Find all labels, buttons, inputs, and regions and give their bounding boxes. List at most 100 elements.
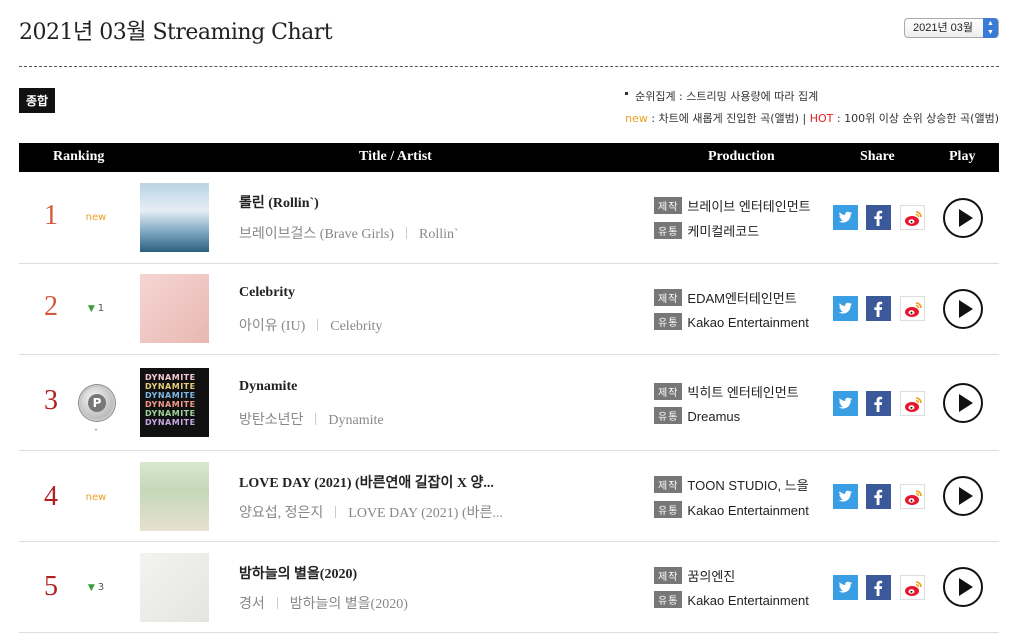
notice-hot-word: HOT — [809, 112, 834, 125]
rank-change: ▼ 3 — [81, 582, 111, 593]
facebook-icon[interactable] — [866, 484, 891, 509]
weibo-icon[interactable] — [900, 484, 925, 509]
play-button[interactable] — [943, 567, 983, 607]
rank-change-value: 3 — [97, 582, 105, 593]
producer-name: EDAM엔터테인먼트 — [687, 291, 797, 306]
facebook-icon[interactable] — [866, 205, 891, 230]
producer: 제작 꿈의엔진 — [654, 566, 735, 585]
notice-ranking-rule: 순위집계 : 스트리밍 사용량에 따라 집계 — [625, 88, 999, 104]
play-button[interactable] — [943, 198, 983, 238]
distributor: 유통 Dreamus — [654, 407, 740, 424]
svg-text:DYNAMITE: DYNAMITE — [145, 418, 196, 427]
artist-name[interactable]: 경서 — [239, 597, 265, 612]
distributor: 유통 Kakao Entertainment — [654, 591, 809, 608]
producer-tag: 제작 — [654, 567, 683, 584]
table-row: 1 new 롤린 (Rollin`) 브레이브걸스 (Brave Girls) R… — [19, 173, 999, 264]
distributor-name: Kakao Entertainment — [687, 593, 809, 608]
rank-number: 3 — [44, 385, 58, 416]
distributor-name: Kakao Entertainment — [687, 503, 809, 518]
weibo-icon[interactable] — [900, 575, 925, 600]
play-button[interactable] — [943, 289, 983, 329]
facebook-icon[interactable] — [866, 575, 891, 600]
album-name[interactable]: 밤하늘의 별을(2020) — [290, 597, 408, 612]
album-name[interactable]: Dynamite — [328, 413, 383, 428]
album-cover[interactable] — [140, 462, 209, 531]
page-title: 2021년 03월 Streaming Chart — [19, 20, 333, 45]
artist-name[interactable]: 아이유 (IU) — [239, 319, 305, 334]
play-button[interactable] — [943, 476, 983, 516]
weibo-icon[interactable] — [900, 391, 925, 416]
producer-name: TOON STUDIO, 느을 — [687, 478, 809, 493]
producer-name: 브레이브 엔터테인먼트 — [687, 199, 811, 214]
song-title[interactable]: 롤린 (Rollin`) — [239, 192, 319, 212]
distributor-name: 케미컬레코드 — [687, 224, 760, 239]
album-cover[interactable] — [140, 183, 209, 252]
divider — [406, 227, 408, 239]
rank-change: ▼ 1 — [81, 303, 111, 314]
twitter-icon[interactable] — [833, 296, 858, 321]
platinum-badge-icon: P — [79, 385, 115, 421]
artist-album-line: 양요섭, 정은지 LOVE DAY (2021) (바른... — [239, 502, 503, 522]
producer: 제작 브레이브 엔터테인먼트 — [654, 196, 811, 215]
album-name[interactable]: Rollin` — [419, 227, 459, 242]
month-select[interactable]: 2021년 03월 ▲ ▼ — [904, 18, 999, 38]
rank-number: 1 — [44, 200, 58, 231]
album-cover[interactable] — [140, 274, 209, 343]
producer-name: 꿈의엔진 — [687, 569, 736, 584]
song-title[interactable]: 밤하늘의 별을(2020) — [239, 563, 357, 583]
album-name[interactable]: Celebrity — [330, 319, 382, 334]
chart-notice: 순위집계 : 스트리밍 사용량에 따라 집계 new : 차트에 새롭게 진입한… — [625, 88, 999, 126]
producer-tag: 제작 — [654, 197, 683, 214]
arrow-down-icon: ▼ — [87, 583, 95, 593]
distributor-tag: 유통 — [654, 222, 683, 239]
rank-number: 4 — [44, 481, 58, 512]
table-row: 5 ▼ 3 밤하늘의 별을(2020) 경서 밤하늘의 별을(2020) 제작 꿈의엔… — [19, 542, 999, 633]
distributor-name: Kakao Entertainment — [687, 315, 809, 330]
arrow-down-icon: ▼ — [87, 304, 95, 314]
svg-text:DYNAMITE: DYNAMITE — [145, 400, 196, 409]
twitter-icon[interactable] — [833, 575, 858, 600]
divider — [19, 66, 999, 67]
header-production: Production — [708, 149, 775, 164]
album-cover[interactable]: DYNAMITE DYNAMITE DYNAMITE DYNAMITE DYNA… — [140, 368, 209, 437]
twitter-icon[interactable] — [833, 205, 858, 230]
distributor: 유통 Kakao Entertainment — [654, 313, 809, 330]
producer-tag: 제작 — [654, 383, 683, 400]
distributor-tag: 유통 — [654, 313, 683, 330]
rank-number: 2 — [44, 291, 58, 322]
producer-tag: 제작 — [654, 476, 683, 493]
facebook-icon[interactable] — [866, 296, 891, 321]
rank-change: - — [94, 425, 98, 435]
artist-name[interactable]: 브레이브걸스 (Brave Girls) — [239, 227, 394, 242]
artist-name[interactable]: 양요섭, 정은지 — [239, 506, 323, 521]
artist-name[interactable]: 방탄소년단 — [239, 413, 303, 428]
facebook-icon[interactable] — [866, 391, 891, 416]
header-ranking: Ranking — [53, 149, 105, 164]
svg-text:DYNAMITE: DYNAMITE — [145, 391, 196, 400]
distributor-tag: 유통 — [654, 591, 683, 608]
distributor-tag: 유통 — [654, 501, 683, 518]
song-title[interactable]: Celebrity — [239, 285, 295, 301]
month-select-value: 2021년 03월 — [913, 22, 974, 34]
weibo-icon[interactable] — [900, 296, 925, 321]
twitter-icon[interactable] — [833, 391, 858, 416]
rank-change: new — [85, 212, 107, 223]
table-row: 3 P - DYNAMITE DYNAMITE DYNAMITE DYNAMIT… — [19, 355, 999, 451]
album-name[interactable]: LOVE DAY (2021) (바른... — [348, 506, 503, 521]
album-cover[interactable] — [140, 553, 209, 622]
svg-text:DYNAMITE: DYNAMITE — [145, 373, 196, 382]
tab-total[interactable]: 종합 — [19, 88, 56, 113]
chevron-updown-icon: ▲ ▼ — [983, 18, 998, 38]
weibo-icon[interactable] — [900, 205, 925, 230]
twitter-icon[interactable] — [833, 484, 858, 509]
song-title[interactable]: Dynamite — [239, 379, 297, 395]
divider — [276, 597, 278, 609]
rank-change-value: 1 — [97, 303, 105, 314]
distributor-name: Dreamus — [687, 409, 741, 424]
song-title[interactable]: LOVE DAY (2021) (바른연애 길잡이 X 양... — [239, 472, 494, 492]
notice-legend: new : 차트에 새롭게 진입한 곡(앨범) | HOT : 100위 이상 … — [625, 110, 999, 126]
producer-name: 빅히트 엔터테인먼트 — [687, 385, 799, 400]
distributor: 유통 Kakao Entertainment — [654, 501, 809, 518]
producer: 제작 TOON STUDIO, 느을 — [654, 475, 809, 494]
play-button[interactable] — [943, 383, 983, 423]
